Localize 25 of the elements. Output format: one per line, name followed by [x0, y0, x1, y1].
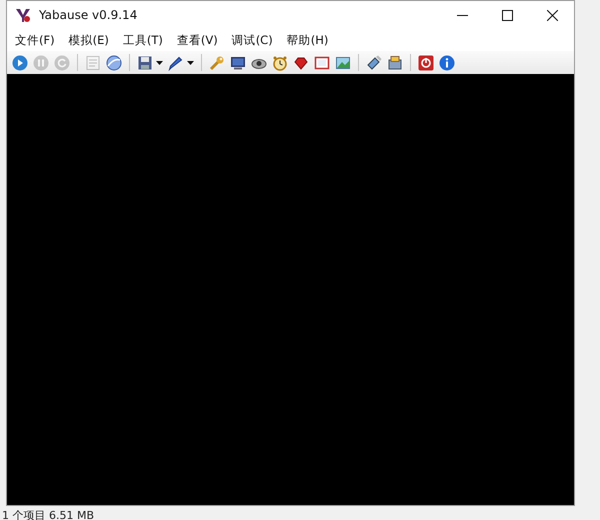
gem-icon[interactable] — [293, 54, 309, 70]
menu-item[interactable]: 调试(C) — [232, 32, 273, 48]
power-icon[interactable] — [418, 54, 434, 70]
maximize-icon[interactable] — [502, 10, 513, 20]
dropdown-caret-icon[interactable] — [187, 60, 194, 64]
frame-icon[interactable] — [314, 54, 330, 70]
menu-item[interactable]: 文件(F) — [15, 32, 55, 48]
info-icon[interactable] — [439, 54, 455, 70]
monitor-icon[interactable] — [230, 54, 246, 70]
close-icon[interactable] — [547, 10, 558, 20]
pencil-icon[interactable] — [168, 54, 184, 70]
usb-stick-icon[interactable] — [366, 54, 382, 70]
menu-item[interactable]: 帮助(H) — [286, 32, 328, 48]
alarm-clock-icon[interactable] — [272, 54, 288, 70]
menu-item[interactable]: 工具(T) — [122, 32, 163, 48]
logo-icon — [15, 7, 31, 23]
menu-item[interactable]: 模拟(E) — [68, 32, 109, 48]
dropdown-caret-icon[interactable] — [156, 60, 163, 64]
play-icon[interactable] — [12, 54, 28, 70]
window-title: Yabause v0.9.14 — [39, 8, 138, 22]
menu-item[interactable]: 查看(V) — [176, 32, 218, 48]
floppy-icon[interactable] — [137, 54, 153, 70]
picture-icon[interactable] — [335, 54, 351, 70]
sphere-icon[interactable] — [106, 54, 122, 70]
box-icon[interactable] — [387, 54, 403, 70]
